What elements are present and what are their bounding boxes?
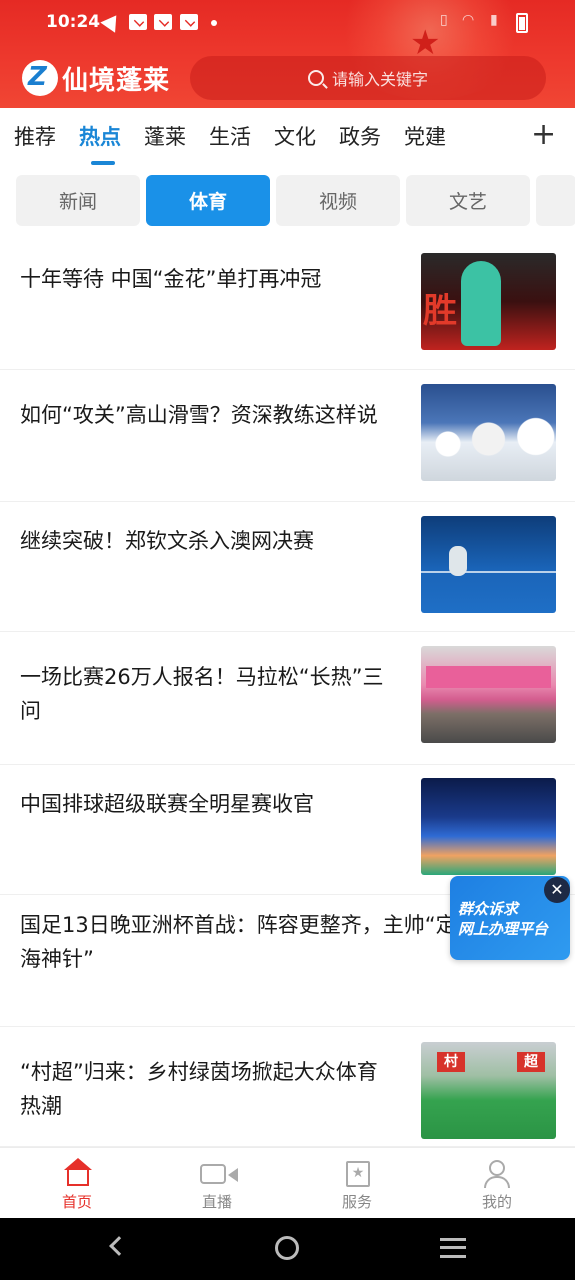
- signal-icon: ▮: [490, 12, 498, 28]
- tab-hot[interactable]: 热点: [79, 121, 121, 165]
- app-header: ★ 10:24 ▯ ◠ ▮ Z 仙境蓬莱 请输入关键字: [0, 0, 575, 108]
- status-bar: 10:24 ▯ ◠ ▮: [0, 0, 575, 46]
- recent-apps-icon[interactable]: [440, 1238, 466, 1258]
- news-thumbnail: 村 超: [421, 1042, 556, 1139]
- battery-icon: [516, 13, 528, 33]
- notification-dot-icon: [211, 20, 217, 26]
- tab-culture[interactable]: 文化: [274, 121, 316, 151]
- news-item[interactable]: “村超”归来：乡村绿茵场掀起大众体育热潮 村 超: [0, 1027, 575, 1147]
- nav-me[interactable]: 我的: [447, 1148, 547, 1219]
- news-title: 一场比赛26万人报名！马拉松“长热”三问: [20, 665, 384, 723]
- banner-line2: 网上办理平台: [458, 920, 549, 938]
- tab-government[interactable]: 政务: [339, 121, 381, 151]
- mail-icon: [129, 14, 147, 30]
- person-icon: [482, 1158, 512, 1188]
- tab-recommend[interactable]: 推荐: [14, 121, 56, 151]
- news-thumbnail: [421, 384, 556, 481]
- nav-me-label: 我的: [481, 1193, 512, 1211]
- banner-line1: 群众诉求: [458, 900, 519, 918]
- news-item[interactable]: 如何“攻关”高山滑雪？资深教练这样说: [0, 370, 575, 502]
- back-icon[interactable]: [109, 1236, 129, 1256]
- video-camera-icon: [200, 1158, 238, 1188]
- system-navigation-bar: [0, 1218, 575, 1280]
- news-thumbnail: 胜利: [421, 253, 556, 350]
- star-bookmark-icon: ★: [342, 1158, 372, 1188]
- tab-penglai[interactable]: 蓬莱: [144, 121, 186, 151]
- nav-live-label: 直播: [201, 1193, 232, 1211]
- news-title: 继续突破！郑钦文杀入澳网决赛: [20, 529, 314, 553]
- sub-tabs: 新闻 体育 视频 文艺: [16, 175, 575, 227]
- home-circle-icon[interactable]: [275, 1236, 299, 1260]
- wifi-icon: ◠: [462, 12, 475, 28]
- news-title: 国足13日晚亚洲杯首战：阵容更整齐，主帅“定海神针”: [20, 913, 457, 971]
- logo-text: 仙境蓬莱: [62, 65, 171, 96]
- telegram-icon: [100, 10, 124, 33]
- search-icon: [307, 70, 324, 86]
- vibrate-icon: ▯: [440, 12, 448, 28]
- nav-service[interactable]: ★ 服务: [307, 1148, 407, 1219]
- search-bar[interactable]: 请输入关键字: [190, 56, 546, 100]
- subtab-video[interactable]: 视频: [276, 175, 400, 226]
- tab-party[interactable]: 党建: [404, 121, 446, 151]
- bottom-navigation: 首页 直播 ★ 服务 我的: [0, 1147, 575, 1218]
- news-item[interactable]: 一场比赛26万人报名！马拉松“长热”三问: [0, 632, 575, 765]
- close-icon[interactable]: ✕: [544, 877, 570, 903]
- news-title: 如何“攻关”高山滑雪？资深教练这样说: [20, 403, 378, 427]
- news-title: 十年等待 中国“金花”单打再冲冠: [20, 267, 322, 291]
- news-thumbnail: [421, 646, 556, 743]
- subtab-more[interactable]: [536, 175, 575, 226]
- nav-home[interactable]: 首页: [27, 1148, 127, 1219]
- search-placeholder: 请输入关键字: [331, 70, 428, 89]
- nav-service-label: 服务: [341, 1193, 372, 1211]
- subtab-arts[interactable]: 文艺: [406, 175, 530, 226]
- logo-mark-icon: Z: [22, 60, 58, 96]
- nav-home-label: 首页: [61, 1193, 92, 1211]
- nav-live[interactable]: 直播: [167, 1148, 267, 1219]
- news-title: 中国排球超级联赛全明星赛收官: [20, 792, 314, 816]
- home-icon: [62, 1158, 92, 1188]
- mail-icon: [180, 14, 198, 30]
- subtab-sports[interactable]: 体育: [146, 175, 270, 226]
- category-tabs: 推荐 热点 蓬莱 生活 文化 政务 党建: [0, 108, 575, 165]
- news-title: “村超”归来：乡村绿茵场掀起大众体育热潮: [20, 1060, 378, 1118]
- status-time: 10:24: [46, 12, 101, 32]
- tab-life[interactable]: 生活: [209, 121, 251, 151]
- app-logo: Z 仙境蓬莱: [22, 58, 170, 98]
- mail-icon: [154, 14, 172, 30]
- news-item[interactable]: 十年等待 中国“金花”单打再冲冠 胜利: [0, 238, 575, 370]
- news-item[interactable]: 继续突破！郑钦文杀入澳网决赛: [0, 502, 575, 632]
- news-thumbnail: [421, 778, 556, 875]
- news-thumbnail: [421, 516, 556, 613]
- add-channel-icon[interactable]: +: [531, 120, 556, 150]
- subtab-news[interactable]: 新闻: [16, 175, 140, 226]
